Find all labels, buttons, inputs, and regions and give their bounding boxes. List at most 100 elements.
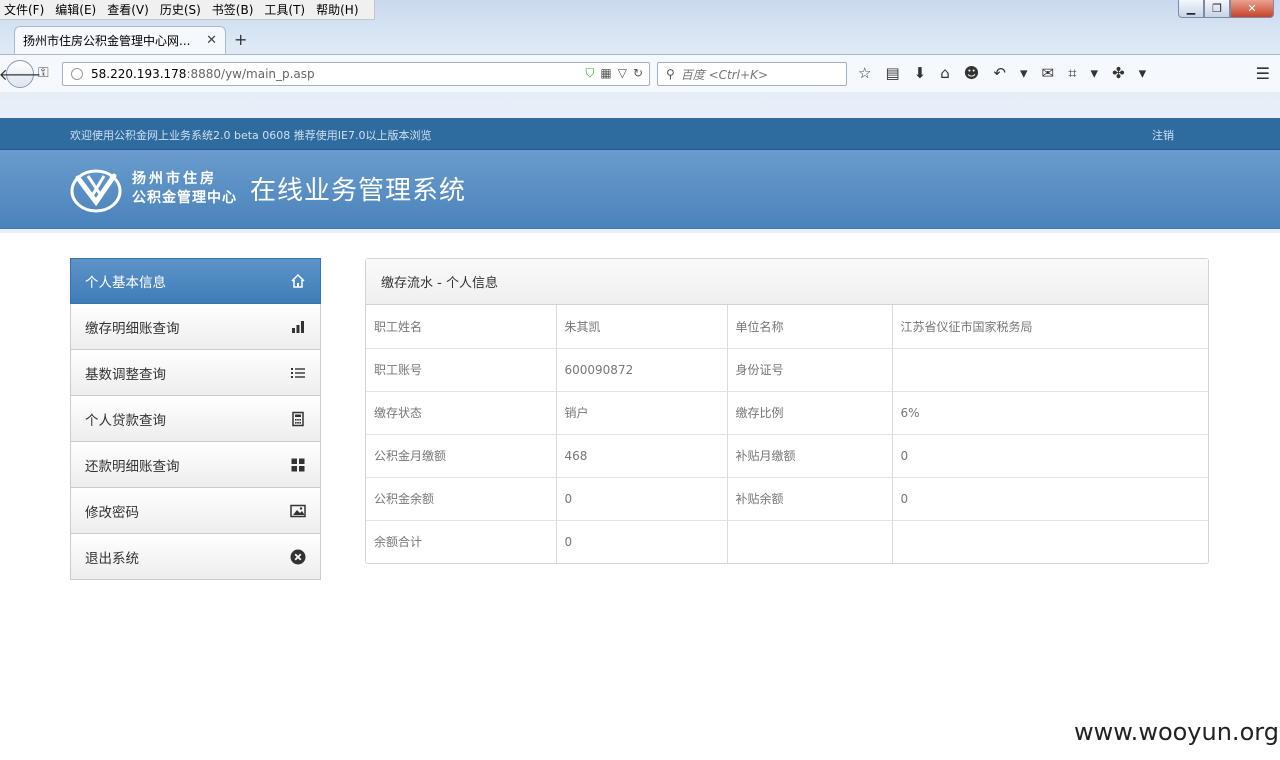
hamburger-menu-icon[interactable]: ☰ — [1256, 64, 1270, 83]
window-close-button[interactable]: ✕ — [1230, 0, 1274, 18]
field-label: 单位名称 — [727, 305, 893, 349]
sidebar-item-label: 缴存明细账查询 — [85, 320, 180, 337]
menu-file[interactable]: 文件(F) — [4, 1, 44, 18]
qr-code-icon[interactable]: ▦ — [600, 66, 611, 81]
undo-icon[interactable]: ↶ — [993, 64, 1006, 82]
org-name: 扬州市住房 公积金管理中心 — [132, 170, 237, 208]
sidebar-item-base-adjust[interactable]: 基数调整查询 — [70, 350, 321, 396]
home-icon — [290, 273, 306, 289]
sidebar-item-personal-info[interactable]: 个人基本信息 — [70, 258, 321, 304]
field-value — [892, 520, 1208, 563]
key-icon[interactable]: ⚿ — [38, 65, 49, 81]
panel-title: 缴存流水 - 个人信息 — [366, 259, 1208, 305]
comment-icon[interactable]: ✉ — [1042, 64, 1055, 82]
field-value: 销户 — [556, 391, 728, 435]
extension-dropdown-icon[interactable]: ▾ — [1139, 64, 1147, 82]
window-controls: ▁ ❐ ✕ — [1178, 0, 1274, 18]
bookmark-star-icon[interactable]: ☆ — [858, 64, 871, 82]
table-row: 余额合计 0 — [366, 520, 1208, 563]
back-button[interactable]: 🡐 — [0, 60, 41, 88]
table-row: 职工姓名 朱其凯 单位名称 江苏省仪征市国家税务局 — [366, 305, 1208, 349]
sidebar: 个人基本信息 缴存明细账查询 基数调整查询 个人贷款查询 还款明细账查询 修改密… — [70, 258, 321, 580]
field-value: 江苏省仪征市国家税务局 — [892, 305, 1208, 349]
menu-history[interactable]: 历史(S) — [160, 1, 201, 18]
dropdown-arrow-icon[interactable]: ▽ — [618, 66, 627, 81]
back-arrow-icon: 🡐 — [0, 65, 42, 84]
undo-dropdown-icon[interactable]: ▾ — [1020, 64, 1028, 82]
field-value: 0 — [892, 477, 1208, 521]
reading-list-icon[interactable]: ▤ — [885, 64, 899, 82]
sidebar-item-change-password[interactable]: 修改密码 — [70, 488, 321, 534]
picture-icon — [290, 503, 306, 519]
field-label: 缴存比例 — [727, 391, 893, 435]
grid-icon — [290, 457, 306, 473]
crop-dropdown-icon[interactable]: ▾ — [1091, 64, 1099, 82]
browser-chrome: 文件(F) 编辑(E) 查看(V) 历史(S) 书签(B) 工具(T) 帮助(H… — [0, 0, 1280, 118]
extension-icon[interactable]: ✤ — [1112, 64, 1125, 82]
field-value: 0 — [892, 434, 1208, 478]
chat-icon[interactable]: ☻ — [964, 64, 980, 82]
field-label: 余额合计 — [366, 520, 557, 563]
new-tab-icon[interactable]: + — [234, 30, 247, 49]
search-box[interactable]: ⚲ 百度 <Ctrl+K> — [657, 62, 847, 86]
sidebar-item-repay-detail[interactable]: 还款明细账查询 — [70, 442, 321, 488]
tab-title: 扬州市住房公积金管理中心网... — [23, 34, 191, 48]
sidebar-item-label: 基数调整查询 — [85, 366, 166, 383]
menu-tools[interactable]: 工具(T) — [264, 1, 305, 18]
sidebar-item-loan-query[interactable]: 个人贷款查询 — [70, 396, 321, 442]
field-value: 468 — [556, 434, 728, 478]
field-label: 职工账号 — [366, 348, 557, 392]
table-row: 公积金月缴额 468 补贴月缴额 0 — [366, 434, 1208, 478]
field-label: 缴存状态 — [366, 391, 557, 435]
field-value: 0 — [556, 477, 728, 521]
field-label — [727, 520, 893, 563]
welcome-text: 欢迎使用公积金网上业务系统2.0 beta 0608 推荐使用IE7.0以上版本… — [70, 129, 432, 142]
header-banner: 扬州市住房 公积金管理中心 在线业务管理系统 — [0, 150, 1280, 229]
sidebar-item-label: 退出系统 — [85, 550, 139, 567]
field-value: 600090872 — [556, 348, 728, 392]
reload-icon[interactable]: ↻ — [633, 66, 643, 81]
browser-tab[interactable]: 扬州市住房公积金管理中心网... ✕ — [14, 26, 226, 54]
crop-icon[interactable]: ⌗ — [1068, 64, 1076, 82]
download-icon[interactable]: ⬇ — [914, 64, 927, 82]
maximize-button[interactable]: ❐ — [1204, 0, 1230, 18]
calculator-icon — [290, 411, 306, 427]
table-row: 公积金余额 0 补贴余额 0 — [366, 477, 1208, 521]
globe-icon — [71, 68, 83, 80]
sidebar-item-label: 修改密码 — [85, 504, 139, 521]
minimize-button[interactable]: ▁ — [1178, 0, 1204, 18]
info-panel: 缴存流水 - 个人信息 职工姓名 朱其凯 单位名称 江苏省仪征市国家税务局 职工账号 60… — [365, 258, 1209, 564]
menu-bookmarks[interactable]: 书签(B) — [212, 1, 254, 18]
field-value: 6% — [892, 391, 1208, 435]
field-label: 补贴余额 — [727, 477, 893, 521]
close-circle-icon — [290, 549, 306, 565]
bar-chart-icon — [290, 319, 306, 335]
field-label: 职工姓名 — [366, 305, 557, 349]
org-name-line1: 扬州市住房 — [132, 171, 217, 187]
search-placeholder: 百度 <Ctrl+K> — [680, 67, 768, 82]
home-toolbar-icon[interactable]: ⌂ — [940, 64, 950, 82]
field-label: 补贴月缴额 — [727, 434, 893, 478]
menu-help[interactable]: 帮助(H) — [316, 1, 358, 18]
sidebar-item-label: 个人贷款查询 — [85, 412, 166, 429]
list-icon — [290, 365, 306, 381]
shield-icon[interactable]: ⛉ — [585, 66, 594, 81]
field-label: 公积金余额 — [366, 477, 557, 521]
tab-close-icon[interactable]: ✕ — [206, 33, 217, 48]
url-host: 58.220.193.178 — [91, 67, 187, 81]
table-row: 缴存状态 销户 缴存比例 6% — [366, 391, 1208, 435]
watermark: www.wooyun.org — [1074, 718, 1279, 746]
sidebar-item-label: 还款明细账查询 — [85, 458, 180, 475]
logout-link[interactable]: 注销 — [1152, 127, 1174, 143]
menu-edit[interactable]: 编辑(E) — [55, 1, 96, 18]
banner-shadow — [0, 229, 1280, 233]
sidebar-item-deposit-detail[interactable]: 缴存明细账查询 — [70, 304, 321, 350]
org-name-line2: 公积金管理中心 — [132, 190, 237, 206]
top-strip: 欢迎使用公积金网上业务系统2.0 beta 0608 推荐使用IE7.0以上版本… — [0, 118, 1280, 150]
sidebar-item-logout[interactable]: 退出系统 — [70, 534, 321, 580]
navigation-bar: 🡐 ⚿ 58.220.193.178 :8880/yw/main_p.asp ⛉… — [0, 54, 1280, 92]
url-bar[interactable]: 58.220.193.178 :8880/yw/main_p.asp ⛉ ▦ ▽… — [62, 62, 650, 86]
menu-view[interactable]: 查看(V) — [107, 1, 149, 18]
field-label: 公积金月缴额 — [366, 434, 557, 478]
toolbar-icons: ☆ ▤ ⬇ ⌂ ☻ ↶ ▾ ✉ ⌗ ▾ ✤ ▾ — [858, 64, 1146, 82]
